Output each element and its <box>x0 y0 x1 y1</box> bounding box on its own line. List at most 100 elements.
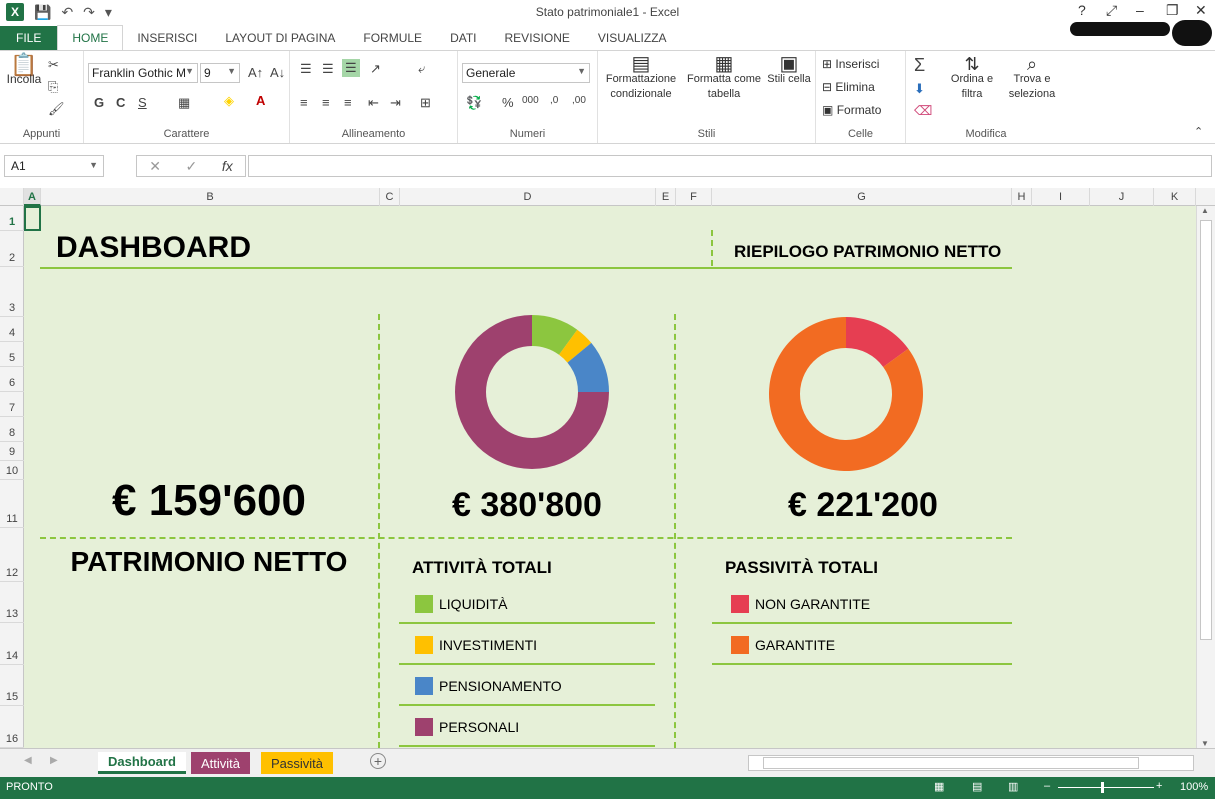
restore-button[interactable]: ❐ <box>1166 2 1179 19</box>
select-all-corner[interactable] <box>0 188 24 206</box>
tab-formulas[interactable]: FORMULE <box>349 26 436 50</box>
column-header[interactable]: G <box>712 188 1012 206</box>
row-header[interactable]: 14 <box>0 623 24 665</box>
tab-review[interactable]: REVISIONE <box>491 26 584 50</box>
sheet-tab-dashboard[interactable]: Dashboard <box>98 752 186 774</box>
column-header[interactable]: C <box>380 188 400 206</box>
column-header[interactable]: K <box>1154 188 1196 206</box>
row-header[interactable]: 10 <box>0 461 24 480</box>
column-header[interactable]: D <box>400 188 656 206</box>
column-header[interactable]: J <box>1090 188 1154 206</box>
merge-center-icon[interactable]: ⊞ <box>420 95 431 111</box>
fill-color-icon[interactable]: ◈ <box>224 93 234 109</box>
insert-cells-button[interactable]: ⊞ Inserisci <box>822 57 879 72</box>
tab-insert[interactable]: INSERISCI <box>123 26 211 50</box>
shrink-font-icon[interactable]: A↓ <box>270 65 285 80</box>
row-header[interactable]: 9 <box>0 442 24 461</box>
row-header[interactable]: 7 <box>0 392 24 417</box>
row-header[interactable]: 6 <box>0 367 24 392</box>
page-break-view-icon[interactable]: ▥ <box>1008 780 1018 793</box>
tab-view[interactable]: VISUALIZZA <box>584 26 681 50</box>
cut-icon[interactable]: ✂ <box>48 57 59 73</box>
row-header[interactable]: 16 <box>0 706 24 748</box>
zoom-level[interactable]: 100% <box>1180 781 1208 793</box>
delete-cells-button[interactable]: ⊟ Elimina <box>822 80 875 95</box>
add-sheet-icon[interactable]: + <box>370 753 386 769</box>
tab-file[interactable]: FILE <box>0 26 58 50</box>
tab-data[interactable]: DATI <box>436 26 490 50</box>
enter-icon[interactable]: ✓ <box>186 158 198 175</box>
wrap-text-icon[interactable]: ⤶ <box>418 61 425 77</box>
scroll-up-icon[interactable]: ▲ <box>1201 206 1209 215</box>
sheet-tab-passivita[interactable]: Passività <box>261 752 334 774</box>
find-select-button[interactable]: ⌕ Trova e seleziona <box>1002 55 1062 102</box>
decrease-decimal-icon[interactable]: ,00 <box>572 95 586 106</box>
autosum-icon[interactable]: Σ <box>914 55 925 76</box>
align-right-icon[interactable]: ≡ <box>344 95 352 110</box>
format-painter-icon[interactable]: 🖌 <box>48 101 65 117</box>
horizontal-scrollbar[interactable] <box>748 755 1194 771</box>
row-header[interactable]: 8 <box>0 417 24 442</box>
row-header[interactable]: 13 <box>0 582 24 623</box>
column-header[interactable]: F <box>676 188 712 206</box>
italic-button[interactable]: C <box>116 95 125 110</box>
decrease-indent-icon[interactable]: ⇤ <box>368 95 379 111</box>
cell-styles-button[interactable]: ▣ Stili cella <box>766 54 812 87</box>
zoom-in-icon[interactable]: + <box>1156 780 1162 792</box>
align-center-icon[interactable]: ≡ <box>322 95 330 110</box>
copy-icon[interactable]: ⎘ <box>48 79 58 95</box>
comma-style-icon[interactable]: 000 <box>522 95 539 106</box>
active-cell[interactable] <box>24 206 41 231</box>
format-cells-button[interactable]: ▣ Formato <box>822 103 881 118</box>
row-header[interactable]: 1 <box>0 206 24 231</box>
name-box[interactable]: A1 ▼ <box>4 155 104 177</box>
number-format-select[interactable]: Generale ▼ <box>462 63 590 83</box>
zoom-slider-thumb[interactable] <box>1101 782 1104 793</box>
increase-decimal-icon[interactable]: ,0 <box>550 95 558 106</box>
insert-function-icon[interactable]: fx <box>222 158 233 174</box>
bold-button[interactable]: G <box>94 95 104 110</box>
column-header[interactable]: I <box>1032 188 1090 206</box>
grow-font-icon[interactable]: A↑ <box>248 65 263 80</box>
row-header[interactable]: 11 <box>0 480 24 528</box>
scroll-down-icon[interactable]: ▼ <box>1201 739 1209 748</box>
increase-indent-icon[interactable]: ⇥ <box>390 95 401 111</box>
worksheet[interactable]: DASHBOARD RIEPILOGO PATRIMONIO NETTO € 1… <box>24 206 1196 748</box>
normal-view-icon[interactable]: ▦ <box>934 780 944 793</box>
zoom-out-icon[interactable]: – <box>1044 780 1050 792</box>
percent-icon[interactable]: % <box>502 95 514 110</box>
page-layout-view-icon[interactable]: ▤ <box>972 780 982 793</box>
column-header[interactable]: E <box>656 188 676 206</box>
sort-filter-button[interactable]: ⇅ Ordina e filtra <box>944 55 1000 102</box>
collapse-ribbon-icon[interactable]: ⌃ <box>1194 125 1203 138</box>
column-header[interactable]: A <box>24 188 41 206</box>
accounting-format-icon[interactable]: 💱 <box>466 95 482 111</box>
column-header[interactable]: B <box>41 188 380 206</box>
tab-page-layout[interactable]: LAYOUT DI PAGINA <box>211 26 349 50</box>
close-button[interactable]: ✕ <box>1195 2 1207 19</box>
font-size-select[interactable]: 9 ▼ <box>200 63 240 83</box>
tab-home[interactable]: HOME <box>57 25 124 50</box>
fill-icon[interactable]: ⬇ <box>914 81 925 97</box>
row-header[interactable]: 12 <box>0 528 24 582</box>
align-bottom-icon[interactable]: ☰ <box>342 59 360 77</box>
cancel-icon[interactable]: ✕ <box>149 158 161 175</box>
align-top-icon[interactable]: ☰ <box>300 61 312 77</box>
formula-input[interactable] <box>248 155 1212 177</box>
next-sheet-icon[interactable]: ▶ <box>50 755 58 766</box>
clear-icon[interactable]: ⌫ <box>914 103 932 119</box>
zoom-slider[interactable] <box>1058 787 1154 788</box>
font-color-icon[interactable]: A <box>256 93 265 108</box>
prev-sheet-icon[interactable]: ◀ <box>24 755 32 766</box>
font-name-select[interactable]: Franklin Gothic M ▼ <box>88 63 198 83</box>
ribbon-display-icon[interactable]: ⤢ <box>1106 2 1117 19</box>
minimize-button[interactable]: – <box>1136 2 1144 18</box>
sheet-tab-attivita[interactable]: Attività <box>191 752 251 774</box>
row-header[interactable]: 5 <box>0 342 24 367</box>
scrollbar-thumb[interactable] <box>1200 220 1212 640</box>
row-header[interactable]: 4 <box>0 317 24 342</box>
column-header[interactable]: H <box>1012 188 1032 206</box>
underline-button[interactable]: S <box>138 95 147 110</box>
borders-icon[interactable]: ▦ <box>178 95 190 111</box>
row-header[interactable]: 3 <box>0 267 24 317</box>
